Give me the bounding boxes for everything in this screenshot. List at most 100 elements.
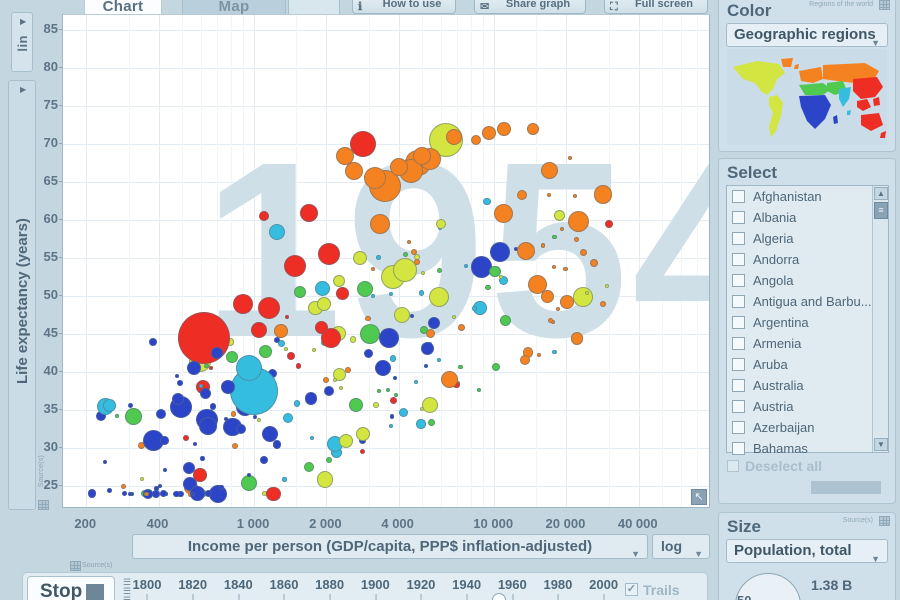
bubble[interactable] xyxy=(127,491,132,496)
bubble[interactable] xyxy=(257,296,280,319)
chart-plot-area[interactable]: 1954 ↖ xyxy=(62,14,710,508)
bubble[interactable] xyxy=(272,440,282,449)
bubble[interactable] xyxy=(359,448,366,455)
bubble[interactable] xyxy=(225,350,238,363)
opacity-slider[interactable] xyxy=(741,481,881,494)
bubble[interactable] xyxy=(593,185,613,204)
country-list-scrollbar[interactable]: ▲ ≡ ▼ xyxy=(872,186,888,452)
bubble[interactable] xyxy=(144,491,149,496)
bubble[interactable] xyxy=(252,414,257,420)
bubble[interactable] xyxy=(445,128,462,145)
bubble[interactable] xyxy=(579,248,587,257)
share-graph-button[interactable]: ✉ Share graph xyxy=(474,0,586,14)
bubble[interactable] xyxy=(235,424,246,435)
bubble[interactable] xyxy=(339,434,354,449)
bubble[interactable] xyxy=(158,484,163,489)
bubble[interactable] xyxy=(235,355,262,382)
timeline-year-label[interactable]: 1820 xyxy=(178,577,207,600)
bubble[interactable] xyxy=(103,399,117,412)
bubble[interactable] xyxy=(355,426,370,441)
bubble[interactable] xyxy=(210,347,223,360)
bubble[interactable] xyxy=(193,468,207,482)
bubble[interactable] xyxy=(540,289,554,304)
bubble[interactable] xyxy=(338,385,344,391)
country-list-item[interactable]: Aruba xyxy=(727,354,888,375)
country-list-item[interactable]: Argentina xyxy=(727,312,888,333)
bubble[interactable] xyxy=(572,194,577,199)
country-checkbox[interactable] xyxy=(732,358,745,371)
bubble[interactable] xyxy=(440,371,458,389)
bubble[interactable] xyxy=(204,490,212,498)
world-region-map[interactable] xyxy=(727,49,887,145)
bubble[interactable] xyxy=(121,491,127,497)
country-checkbox[interactable] xyxy=(732,400,745,413)
bubble[interactable] xyxy=(266,486,281,501)
x-axis-source-grid-icon[interactable] xyxy=(70,561,81,571)
bubble[interactable] xyxy=(162,468,167,473)
year-slider-thumb[interactable] xyxy=(491,593,506,600)
country-checkbox[interactable] xyxy=(732,295,745,308)
bubble[interactable] xyxy=(159,435,169,445)
bubble[interactable] xyxy=(284,314,289,319)
color-source-grid-icon[interactable] xyxy=(879,0,890,10)
bubble[interactable] xyxy=(273,324,288,338)
timeline-year-label[interactable]: 1960 xyxy=(498,577,527,600)
bubble[interactable] xyxy=(219,485,224,490)
bubble[interactable] xyxy=(376,255,381,260)
country-list-item[interactable]: Angola xyxy=(727,270,888,291)
bubble[interactable] xyxy=(336,286,349,300)
country-checkbox[interactable] xyxy=(732,316,745,329)
bubble[interactable] xyxy=(345,366,351,373)
bubble[interactable] xyxy=(546,192,551,197)
bubble[interactable] xyxy=(547,317,553,323)
country-checkbox[interactable] xyxy=(732,211,745,224)
bubble[interactable] xyxy=(193,441,198,446)
bubble[interactable] xyxy=(563,266,568,272)
x-axis-scale-select[interactable]: log ▼ xyxy=(652,534,710,559)
bubble[interactable] xyxy=(260,456,269,464)
trails-toggle[interactable]: ✓ Trails xyxy=(625,580,699,600)
bubble[interactable] xyxy=(490,241,511,262)
bubble[interactable] xyxy=(389,355,397,362)
bubble[interactable] xyxy=(269,223,286,240)
bubble[interactable] xyxy=(365,315,371,322)
bubble[interactable] xyxy=(357,280,374,297)
bubble[interactable] xyxy=(284,346,289,351)
bubble[interactable] xyxy=(352,251,367,266)
bubble[interactable] xyxy=(160,490,168,498)
bubble[interactable] xyxy=(498,274,503,280)
bubble[interactable] xyxy=(420,341,435,355)
timeline-year-label[interactable]: 1860 xyxy=(270,577,298,600)
bubble[interactable] xyxy=(398,407,408,417)
bubble[interactable] xyxy=(551,349,557,355)
bubble[interactable] xyxy=(172,490,180,498)
bubble[interactable] xyxy=(149,337,158,346)
scroll-thumb[interactable]: ≡ xyxy=(874,202,888,219)
bubble[interactable] xyxy=(178,312,231,364)
country-list-item[interactable]: Antigua and Barbu... xyxy=(727,291,888,312)
bubble[interactable] xyxy=(570,332,584,345)
bubble[interactable] xyxy=(393,392,398,397)
bubble[interactable] xyxy=(311,348,316,353)
country-checkbox[interactable] xyxy=(732,442,745,455)
bubble[interactable] xyxy=(385,388,390,393)
resize-handle[interactable]: ↖ xyxy=(691,489,707,505)
how-to-use-button[interactable]: ℹ How to use xyxy=(352,0,456,14)
deselect-all-control[interactable]: Deselect all xyxy=(727,459,822,474)
bubble[interactable] xyxy=(204,363,209,369)
bubble[interactable] xyxy=(427,418,435,426)
bubble[interactable] xyxy=(300,203,319,222)
scroll-down-icon[interactable]: ▼ xyxy=(874,438,888,451)
bubble[interactable] xyxy=(418,289,425,296)
bubble[interactable] xyxy=(310,435,315,440)
bubble[interactable] xyxy=(477,387,482,392)
bubble[interactable] xyxy=(106,488,112,493)
bubble[interactable] xyxy=(485,285,491,291)
bubble[interactable] xyxy=(174,374,179,379)
bubble[interactable] xyxy=(427,316,440,329)
bubble[interactable] xyxy=(115,413,120,418)
timeline-year-label[interactable]: 1980 xyxy=(543,577,572,600)
color-indicator-select[interactable]: Geographic regions ▼ xyxy=(726,23,888,47)
color-panel-source-label[interactable]: Regions of the world xyxy=(809,1,873,8)
bubble[interactable] xyxy=(287,351,296,360)
